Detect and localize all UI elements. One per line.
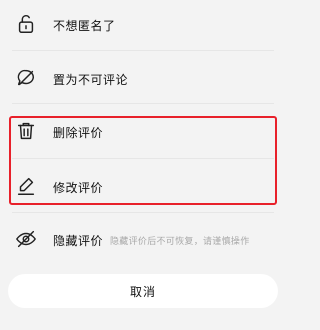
hide-warning-hint: 隐藏评价后不可恢复，请谨慎操作 [110, 237, 250, 247]
menu-item-label: 隐藏评价 [53, 234, 104, 248]
divider [12, 50, 274, 51]
menu-item-label: 置为不可评论 [53, 73, 129, 87]
cancel-button[interactable]: 取消 [8, 274, 278, 308]
highlight-box [9, 116, 277, 205]
action-sheet: 不想匿名了 置为不可评论 删除评价 修改评价 隐藏评价 隐藏评价后不可恢复，请谨… [0, 0, 286, 330]
no-comment-icon [14, 66, 38, 90]
unlock-icon [14, 12, 38, 36]
menu-item-hide-review[interactable]: 隐藏评价 隐藏评价后不可恢复，请谨慎操作 [0, 214, 286, 264]
eye-hidden-icon [14, 227, 38, 251]
divider [12, 212, 274, 213]
divider [12, 103, 274, 104]
menu-item-unanonymize[interactable]: 不想匿名了 [0, 0, 286, 50]
menu-item-disable-comments[interactable]: 置为不可评论 [0, 52, 286, 102]
menu-item-label: 不想匿名了 [53, 19, 116, 33]
